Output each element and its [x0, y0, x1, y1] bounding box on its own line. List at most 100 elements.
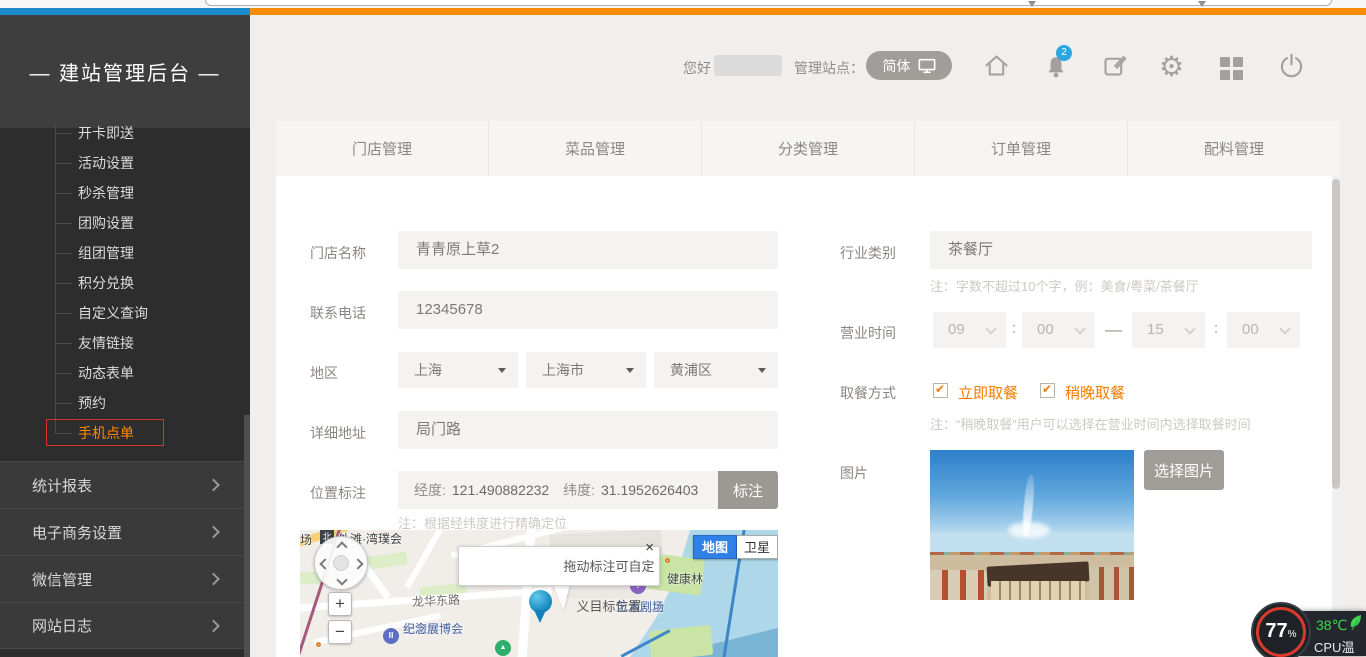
tab-bar: 门店管理 菜品管理 分类管理 订单管理 配料管理 — [276, 121, 1340, 176]
tab-category-management[interactable]: 分类管理 — [701, 121, 914, 176]
image-label: 图片 — [840, 463, 868, 483]
sidebar-item[interactable]: 积分兑换 — [0, 270, 250, 296]
time-range-dash: — — [1105, 320, 1122, 340]
map-poi-dot — [665, 558, 670, 563]
industry-label: 行业类别 — [840, 243, 896, 263]
sidebar-scrollbar[interactable] — [244, 415, 250, 657]
cpu-temperature-label: CPU温度 — [1314, 637, 1366, 657]
sidebar-item[interactable]: 活动设置 — [0, 150, 250, 176]
pickup-later-label[interactable]: 稍晚取餐 — [1065, 382, 1125, 403]
cpu-usage-gauge[interactable]: 77% — [1251, 602, 1311, 657]
industry-input[interactable]: 茶餐厅 — [930, 231, 1312, 269]
photo-houses — [1089, 567, 1134, 600]
logout-button[interactable] — [1278, 52, 1305, 84]
pan-up-icon[interactable] — [336, 541, 347, 552]
close-hour-value: 15 — [1147, 321, 1164, 338]
sidebar-item[interactable]: 友情链接 — [0, 330, 250, 356]
district-select[interactable]: 黄浦区 — [654, 352, 778, 388]
sidebar-section[interactable]: 电子商务设置 — [0, 508, 250, 555]
sidebar-item[interactable]: 预约 — [0, 390, 250, 416]
open-minute-value: 00 — [1037, 321, 1054, 338]
compose-button[interactable] — [1101, 52, 1128, 84]
map-pan-control[interactable] — [314, 536, 368, 590]
map-tooltip: 拖动标注可自定义目标位置 × — [458, 546, 660, 586]
pan-down-icon[interactable] — [336, 574, 347, 585]
open-hour-value: 09 — [948, 321, 965, 338]
content-scrollbar[interactable] — [1332, 176, 1340, 657]
language-switch-button[interactable]: 简体 — [866, 51, 952, 80]
sidebar-section[interactable]: 微信管理 — [0, 555, 250, 602]
sidebar-section-label: 统计报表 — [32, 475, 92, 496]
sidebar-item[interactable]: 开卡即送 — [0, 120, 250, 146]
pickup-note: 注：“稍晚取餐”用户可以选择在营业时间内选择取餐时间 — [930, 414, 1251, 433]
home-button[interactable] — [983, 52, 1010, 84]
tab-order-management[interactable]: 订单管理 — [914, 121, 1127, 176]
city-value: 上海市 — [542, 362, 584, 378]
province-select[interactable]: 上海 — [398, 352, 518, 388]
pan-knob[interactable] — [333, 555, 349, 571]
power-icon — [1278, 52, 1305, 79]
mark-location-button[interactable]: 标注 — [718, 471, 778, 509]
close-icon[interactable]: × — [645, 538, 654, 558]
sidebar-item[interactable]: 组团管理 — [0, 240, 250, 266]
browser-address-bar[interactable] — [205, 0, 1332, 6]
username-redacted — [714, 55, 782, 76]
tab-store-management[interactable]: 门店管理 — [276, 121, 488, 176]
satellite-view-button[interactable]: 卫星 — [737, 535, 778, 559]
pickup-now-label[interactable]: 立即取餐 — [958, 382, 1018, 403]
hours-label: 营业时间 — [840, 323, 896, 343]
active-item-outline — [46, 419, 164, 446]
choose-image-button[interactable]: 选择图片 — [1144, 450, 1224, 490]
chevron-down-icon — [1184, 323, 1195, 334]
city-select[interactable]: 上海市 — [526, 352, 646, 388]
dropdown-arrow-icon — [626, 368, 634, 373]
store-name-input[interactable]: 青青原上草2 — [398, 231, 778, 269]
chevron-right-icon — [207, 619, 220, 632]
phone-input[interactable]: 12345678 — [398, 291, 778, 329]
close-hour-select[interactable]: 15 — [1132, 312, 1205, 348]
sidebar-section-label: 微信管理 — [32, 569, 92, 590]
museum-icon: Ⅲ — [383, 628, 399, 644]
gear-icon: ⚙ — [1159, 51, 1184, 82]
greeting-text: 您好 — [683, 58, 711, 78]
top-accent-orange — [250, 8, 1366, 15]
open-hour-select[interactable]: 09 — [933, 312, 1006, 348]
sidebar-section-label: 电子商务设置 — [32, 522, 122, 543]
close-minute-select[interactable]: 00 — [1227, 312, 1300, 348]
monitor-icon — [918, 58, 936, 74]
store-name-label: 门店名称 — [310, 243, 366, 263]
sidebar-item[interactable]: 动态表单 — [0, 360, 250, 386]
industry-note: 注：字数不超过10个字，例：美食/粤菜/茶餐厅 — [930, 276, 1199, 295]
leaf-icon — [1349, 614, 1363, 631]
sidebar-section[interactable]: 统计报表 — [0, 461, 250, 508]
map-zoom-out-button[interactable]: − — [328, 620, 352, 644]
chevron-right-icon — [207, 526, 220, 539]
location-map[interactable]: 场 外滩·湾璞会 健康林 龙华东路 Ⅲ 上海世博会纪念展 ♪ 上海儿童艺术剧场 … — [300, 530, 778, 657]
settings-button[interactable]: ⚙ — [1159, 50, 1184, 83]
scrollbar-thumb[interactable] — [1332, 179, 1340, 489]
sidebar-section[interactable]: 网站日志 — [0, 602, 250, 649]
map-zoom-in-button[interactable]: + — [328, 592, 352, 616]
longitude-label: 经度: — [414, 482, 446, 498]
tab-ingredient-management[interactable]: 配料管理 — [1127, 121, 1340, 176]
sidebar-item[interactable]: 团购设置 — [0, 210, 250, 236]
map-poi-dot — [316, 642, 321, 647]
pickup-later-checkbox[interactable] — [1040, 383, 1055, 398]
pan-left-icon[interactable] — [319, 558, 330, 569]
pickup-now-checkbox[interactable] — [933, 383, 948, 398]
sidebar-item[interactable]: 自定义查询 — [0, 300, 250, 326]
tab-dish-management[interactable]: 菜品管理 — [488, 121, 701, 176]
latitude-label: 纬度: — [563, 482, 595, 498]
pan-right-icon[interactable] — [352, 558, 363, 569]
sidebar-item[interactable]: 秒杀管理 — [0, 180, 250, 206]
address-input[interactable]: 局门路 — [398, 411, 778, 449]
store-photo-thumbnail[interactable] — [930, 450, 1134, 600]
map-road — [404, 530, 445, 589]
open-minute-select[interactable]: 00 — [1022, 312, 1095, 348]
chevron-right-icon — [207, 479, 220, 492]
address-label: 详细地址 — [310, 423, 366, 443]
apps-button[interactable] — [1220, 57, 1243, 80]
map-view-button[interactable]: 地图 — [693, 535, 737, 559]
coordinates-input[interactable]: 经度:121.490882232 纬度:31.1952626403 — [398, 471, 718, 509]
screen: — 建站管理后台 — 开卡即送 活动设置 秒杀管理 团购设置 组团管理 积分兑换… — [0, 0, 1366, 657]
